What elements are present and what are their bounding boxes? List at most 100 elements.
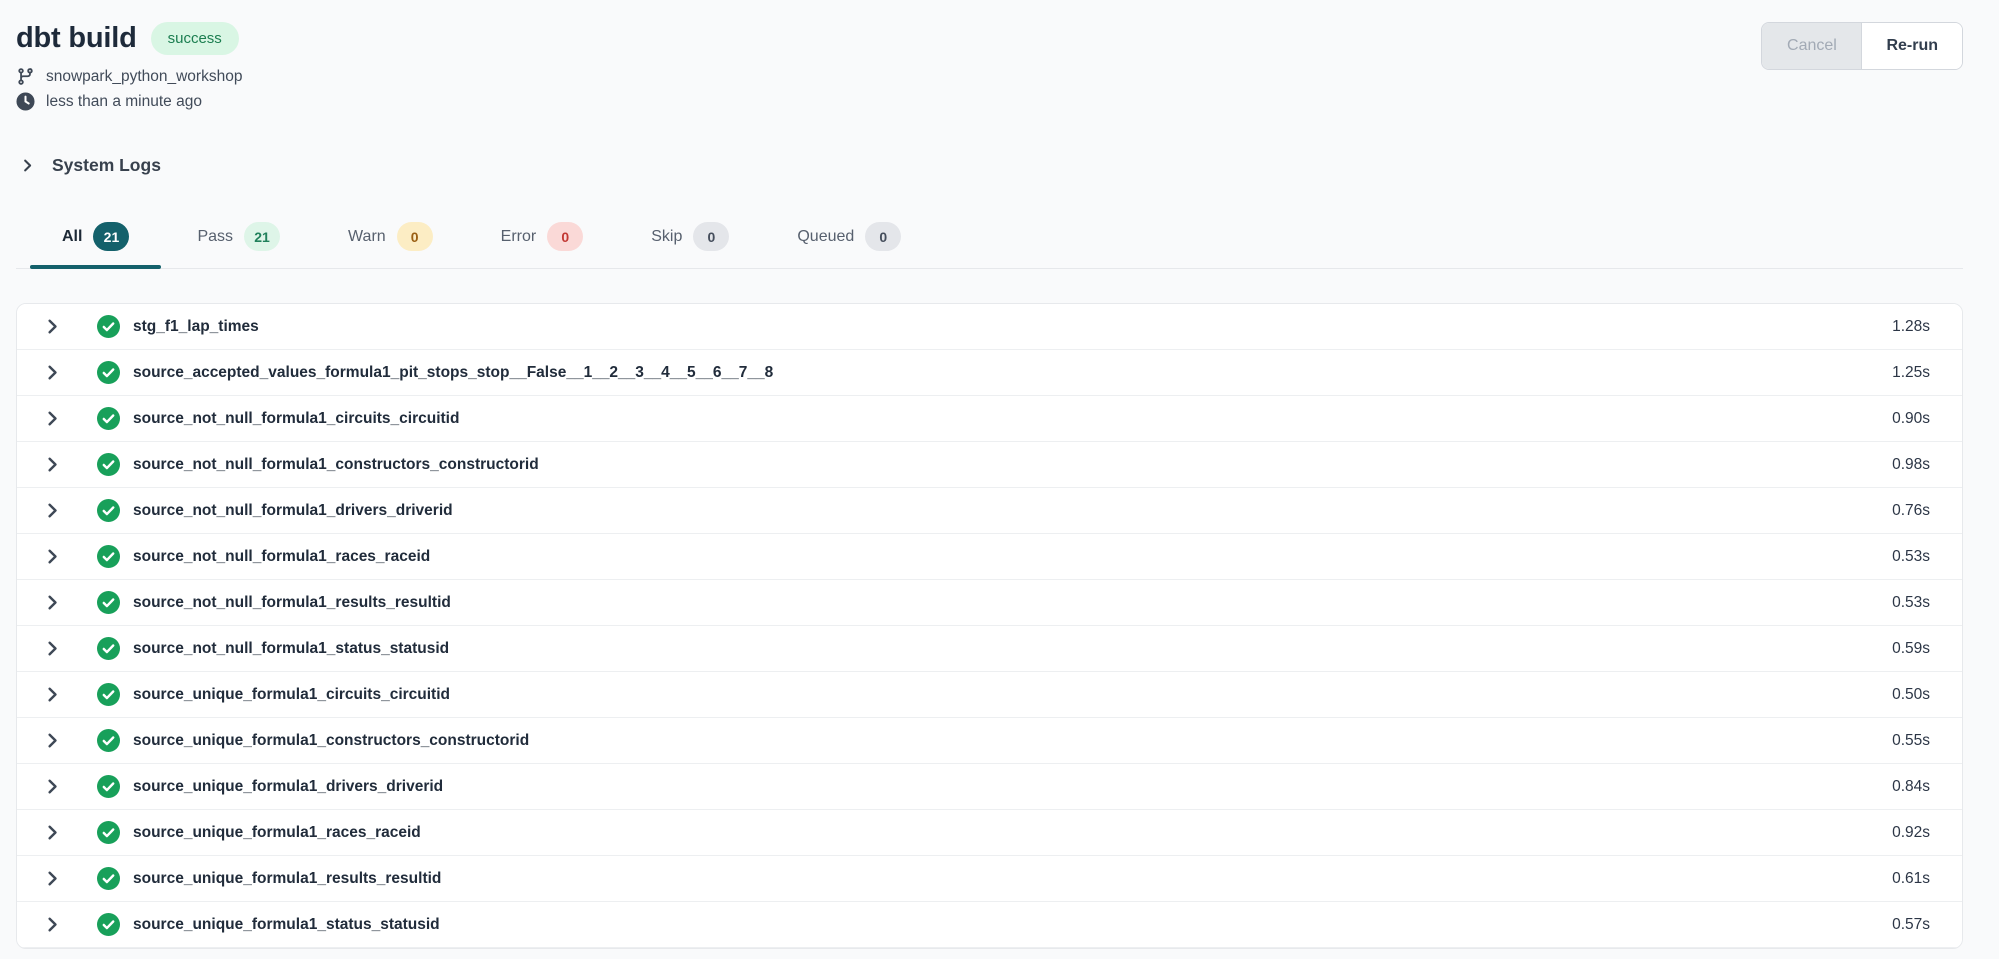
expand-chevron-icon[interactable] [44, 778, 61, 795]
result-name: source_unique_formula1_races_raceid [133, 824, 421, 842]
pass-check-icon [97, 545, 120, 568]
pass-check-icon [97, 453, 120, 476]
result-duration: 0.55s [1892, 732, 1930, 750]
result-name: source_accepted_values_formula1_pit_stop… [133, 364, 773, 382]
result-duration: 0.92s [1892, 824, 1930, 842]
status-badge: success [151, 22, 239, 55]
expand-chevron-icon[interactable] [44, 364, 61, 381]
expand-chevron-icon[interactable] [44, 732, 61, 749]
result-name: source_unique_formula1_circuits_circuiti… [133, 686, 450, 704]
tab-label: Queued [797, 228, 854, 246]
table-row[interactable]: source_unique_formula1_drivers_driverid … [17, 764, 1962, 810]
rerun-button[interactable]: Re-run [1861, 23, 1962, 69]
result-duration: 0.53s [1892, 548, 1930, 566]
pass-check-icon [97, 821, 120, 844]
results-list: stg_f1_lap_times 1.28s source_accepted_v… [16, 303, 1963, 949]
tab-count-badge: 0 [693, 222, 729, 251]
tab-count-badge: 21 [93, 222, 129, 251]
pass-check-icon [97, 913, 120, 936]
result-duration: 0.90s [1892, 410, 1930, 428]
git-branch-icon [16, 67, 35, 86]
table-row[interactable]: source_not_null_formula1_circuits_circui… [17, 396, 1962, 442]
table-row[interactable]: source_not_null_formula1_drivers_driveri… [17, 488, 1962, 534]
tab-warn[interactable]: Warn 0 [316, 222, 465, 268]
run-time: less than a minute ago [46, 93, 202, 111]
tab-count-badge: 21 [244, 222, 280, 251]
table-row[interactable]: stg_f1_lap_times 1.28s [17, 304, 1962, 350]
tab-all[interactable]: All 21 [30, 222, 161, 268]
table-row[interactable]: source_unique_formula1_races_raceid 0.92… [17, 810, 1962, 856]
table-row[interactable]: source_accepted_values_formula1_pit_stop… [17, 350, 1962, 396]
system-logs-label: System Logs [52, 155, 161, 176]
tab-label: All [62, 228, 82, 246]
pass-check-icon [97, 867, 120, 890]
pass-check-icon [97, 315, 120, 338]
tab-label: Error [501, 228, 537, 246]
expand-chevron-icon[interactable] [44, 410, 61, 427]
result-duration: 0.84s [1892, 778, 1930, 796]
page-title: dbt build [16, 22, 137, 55]
table-row[interactable]: source_not_null_formula1_constructors_co… [17, 442, 1962, 488]
branch-name: snowpark_python_workshop [46, 68, 242, 86]
pass-check-icon [97, 775, 120, 798]
chevron-right-icon [20, 158, 35, 173]
result-name: source_not_null_formula1_races_raceid [133, 548, 430, 566]
tab-label: Skip [651, 228, 682, 246]
pass-check-icon [97, 407, 120, 430]
tab-error[interactable]: Error 0 [469, 222, 616, 268]
expand-chevron-icon[interactable] [44, 502, 61, 519]
system-logs-toggle[interactable]: System Logs [20, 155, 161, 176]
status-tabs: All 21 Pass 21 Warn 0 Error 0 Skip 0 Que… [16, 222, 1963, 269]
expand-chevron-icon[interactable] [44, 870, 61, 887]
result-duration: 0.98s [1892, 456, 1930, 474]
run-header-left: dbt build success snowpark_python_worksh… [16, 22, 242, 111]
expand-chevron-icon[interactable] [44, 318, 61, 335]
time-row: less than a minute ago [16, 92, 242, 111]
result-name: source_not_null_formula1_drivers_driveri… [133, 502, 453, 520]
table-row[interactable]: source_not_null_formula1_status_statusid… [17, 626, 1962, 672]
tab-queued[interactable]: Queued 0 [765, 222, 933, 268]
pass-check-icon [97, 729, 120, 752]
result-duration: 0.59s [1892, 640, 1930, 658]
result-duration: 0.53s [1892, 594, 1930, 612]
pass-check-icon [97, 683, 120, 706]
result-name: source_unique_formula1_drivers_driverid [133, 778, 443, 796]
result-duration: 1.25s [1892, 364, 1930, 382]
result-name: source_not_null_formula1_circuits_circui… [133, 410, 459, 428]
pass-check-icon [97, 637, 120, 660]
table-row[interactable]: source_unique_formula1_results_resultid … [17, 856, 1962, 902]
table-row[interactable]: source_unique_formula1_status_statusid 0… [17, 902, 1962, 948]
expand-chevron-icon[interactable] [44, 640, 61, 657]
run-header: dbt build success snowpark_python_worksh… [0, 0, 1999, 111]
tab-skip[interactable]: Skip 0 [619, 222, 761, 268]
table-row[interactable]: source_unique_formula1_constructors_cons… [17, 718, 1962, 764]
tab-label: Pass [197, 228, 233, 246]
result-name: source_not_null_formula1_status_statusid [133, 640, 449, 658]
pass-check-icon [97, 361, 120, 384]
expand-chevron-icon[interactable] [44, 548, 61, 565]
tab-count-badge: 0 [397, 222, 433, 251]
table-row[interactable]: source_not_null_formula1_results_resulti… [17, 580, 1962, 626]
result-name: source_unique_formula1_status_statusid [133, 916, 440, 934]
table-row[interactable]: source_not_null_formula1_races_raceid 0.… [17, 534, 1962, 580]
pass-check-icon [97, 499, 120, 522]
result-name: stg_f1_lap_times [133, 318, 259, 336]
result-duration: 1.28s [1892, 318, 1930, 336]
result-name: source_not_null_formula1_constructors_co… [133, 456, 539, 474]
result-duration: 0.76s [1892, 502, 1930, 520]
result-name: source_unique_formula1_constructors_cons… [133, 732, 529, 750]
branch-row: snowpark_python_workshop [16, 67, 242, 86]
cancel-button[interactable]: Cancel [1762, 23, 1861, 69]
expand-chevron-icon[interactable] [44, 594, 61, 611]
pass-check-icon [97, 591, 120, 614]
result-name: source_not_null_formula1_results_resulti… [133, 594, 451, 612]
table-row[interactable]: source_unique_formula1_circuits_circuiti… [17, 672, 1962, 718]
result-duration: 0.57s [1892, 916, 1930, 934]
tab-count-badge: 0 [547, 222, 583, 251]
expand-chevron-icon[interactable] [44, 916, 61, 933]
expand-chevron-icon[interactable] [44, 686, 61, 703]
expand-chevron-icon[interactable] [44, 456, 61, 473]
expand-chevron-icon[interactable] [44, 824, 61, 841]
tab-pass[interactable]: Pass 21 [165, 222, 312, 268]
run-actions: Cancel Re-run [1761, 22, 1963, 70]
